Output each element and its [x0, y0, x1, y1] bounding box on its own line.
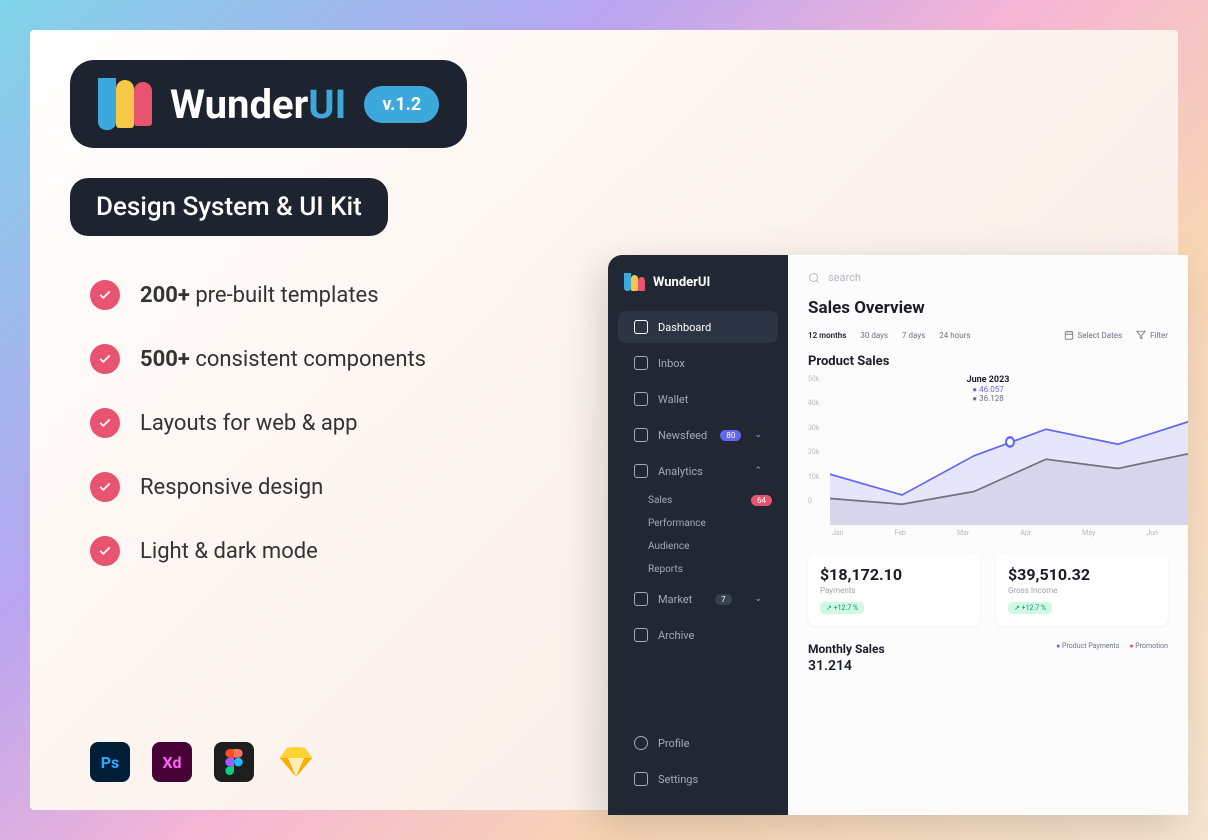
analytics-icon — [634, 464, 648, 478]
gear-icon — [634, 772, 648, 786]
hero-badge: WunderUI v.1.2 — [70, 60, 467, 148]
dashboard-preview: WunderUI Dashboard Inbox Wallet Newsfeed… — [608, 255, 1188, 815]
check-icon — [90, 344, 120, 374]
nav-wallet[interactable]: Wallet — [618, 383, 778, 415]
version-badge: v.1.2 — [364, 86, 439, 123]
chart-title: Product Sales — [808, 354, 1168, 369]
sidebar: WunderUI Dashboard Inbox Wallet Newsfeed… — [608, 255, 788, 815]
market-icon — [634, 592, 648, 606]
nav-archive[interactable]: Archive — [618, 619, 778, 651]
monthly-title: Monthly Sales — [808, 642, 885, 656]
feature-text: 200+ pre-built templates — [140, 283, 379, 308]
feature-item: Layouts for web & app — [90, 408, 426, 438]
payments-label: Payments — [820, 586, 968, 595]
payments-value: $18,172.10 — [820, 565, 968, 584]
chart-tooltip: June 2023 ● 46.057 ● 36.128 — [967, 375, 1010, 403]
nav-profile[interactable]: Profile — [618, 727, 778, 759]
feature-text: Layouts for web & app — [140, 411, 358, 436]
chevron-up-icon: ⌃ — [754, 466, 762, 476]
sketch-icon — [276, 742, 316, 782]
check-icon — [90, 536, 120, 566]
search-icon — [808, 272, 820, 284]
inbox-icon — [634, 356, 648, 370]
chevron-down-icon: ⌄ — [754, 430, 762, 440]
sales-badge: 64 — [751, 495, 772, 506]
nav-sales[interactable]: Sales64 — [608, 489, 788, 512]
nav-audience[interactable]: Audience — [608, 535, 788, 558]
adobe-xd-icon: Xd — [152, 742, 192, 782]
monthly-value: 31.214 — [808, 658, 885, 674]
market-badge: 7 — [715, 594, 732, 605]
feature-item: Responsive design — [90, 472, 426, 502]
gross-value: $39,510.32 — [1008, 565, 1156, 584]
select-dates-button[interactable]: Select Dates — [1064, 330, 1123, 340]
logo-mark — [98, 78, 152, 130]
tool-icons: Ps Xd — [90, 742, 316, 782]
feature-item: 500+ consistent components — [90, 344, 426, 374]
sidebar-brand: WunderUI — [608, 273, 788, 309]
feature-item: 200+ pre-built templates — [90, 280, 426, 310]
nav-market[interactable]: Market7⌄ — [618, 583, 778, 615]
tab-7-days[interactable]: 7 days — [902, 331, 925, 340]
nav-dashboard[interactable]: Dashboard — [618, 311, 778, 343]
tab-12-months[interactable]: 12 months — [808, 331, 846, 340]
search-bar[interactable]: search — [808, 267, 1168, 298]
photoshop-icon: Ps — [90, 742, 130, 782]
check-icon — [90, 408, 120, 438]
subtitle-badge: Design System & UI Kit — [70, 178, 388, 236]
payments-delta: ↗ +12.7 % — [820, 602, 864, 614]
newsfeed-icon — [634, 428, 648, 442]
tab-30-days[interactable]: 30 days — [860, 331, 888, 340]
main-content: search Sales Overview 12 months 30 days … — [788, 255, 1188, 815]
newsfeed-badge: 80 — [720, 430, 741, 441]
archive-icon — [634, 628, 648, 642]
feature-text: 500+ consistent components — [140, 347, 426, 372]
chevron-down-icon: ⌄ — [754, 594, 762, 604]
dashboard-icon — [634, 320, 648, 334]
feature-text: Responsive design — [140, 475, 323, 500]
check-icon — [90, 280, 120, 310]
brand-name: WunderUI — [170, 81, 346, 128]
stats-row: $18,172.10 Payments ↗ +12.7 % $39,510.32… — [808, 553, 1168, 626]
profile-icon — [634, 736, 648, 750]
nav-analytics[interactable]: Analytics⌃ — [618, 455, 778, 487]
payments-card: $18,172.10 Payments ↗ +12.7 % — [808, 553, 980, 626]
monthly-sales: Monthly Sales 31.214 Product Payments Pr… — [808, 642, 1168, 674]
figma-icon — [214, 742, 254, 782]
feature-text: Light & dark mode — [140, 539, 318, 564]
nav-inbox[interactable]: Inbox — [618, 347, 778, 379]
time-tabs: 12 months 30 days 7 days 24 hours Select… — [808, 330, 1168, 340]
page-title: Sales Overview — [808, 298, 1168, 318]
check-icon — [90, 472, 120, 502]
gross-label: Gross Income — [1008, 586, 1156, 595]
tab-24-hours[interactable]: 24 hours — [939, 331, 970, 340]
nav-settings[interactable]: Settings — [618, 763, 778, 795]
nav-performance[interactable]: Performance — [608, 512, 788, 535]
calendar-icon — [1064, 330, 1074, 340]
x-axis-labels: JanFebMarAprMayJun — [808, 529, 1168, 537]
monthly-legend: Product Payments Promotion — [1056, 642, 1168, 650]
feature-list: 200+ pre-built templates 500+ consistent… — [90, 280, 426, 566]
filter-button[interactable]: Filter — [1136, 330, 1168, 340]
y-axis-labels: 50k40k30k20k10k0 — [808, 375, 819, 505]
feature-item: Light & dark mode — [90, 536, 426, 566]
gross-income-card: $39,510.32 Gross Income ↗ +12.7 % — [996, 553, 1168, 626]
nav-reports[interactable]: Reports — [608, 558, 788, 581]
gross-delta: ↗ +12.7 % — [1008, 602, 1052, 614]
nav-newsfeed[interactable]: Newsfeed80⌄ — [618, 419, 778, 451]
wallet-icon — [634, 392, 648, 406]
product-sales-chart: June 2023 ● 46.057 ● 36.128 50k40k30k20k… — [808, 375, 1168, 545]
filter-icon — [1136, 330, 1146, 340]
